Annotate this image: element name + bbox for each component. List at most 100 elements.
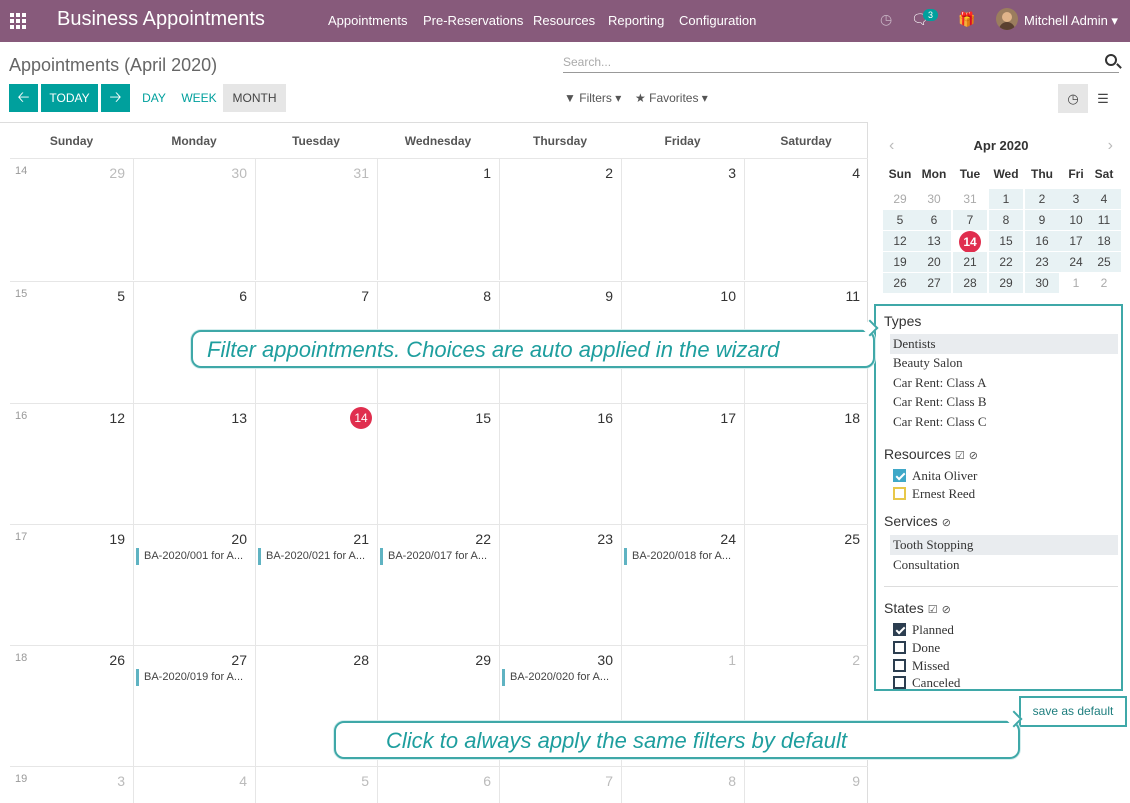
apps-menu-icon[interactable] — [10, 13, 26, 29]
day-view-button[interactable]: DAY — [137, 84, 171, 112]
mini-day[interactable]: 20 — [917, 252, 951, 272]
calendar-day-cell[interactable]: 3 — [621, 158, 744, 280]
menu-configuration[interactable]: Configuration — [679, 13, 756, 28]
mini-day[interactable]: 31 — [953, 189, 987, 209]
calendar-day-cell[interactable]: 31 — [255, 158, 377, 280]
state-item[interactable]: Planned — [890, 620, 1118, 640]
calendar-day-cell[interactable]: 4 — [133, 766, 255, 803]
calendar-event[interactable]: BA-2020/018 for A... — [624, 548, 739, 565]
mini-day[interactable]: 12 — [883, 231, 917, 251]
type-item[interactable]: Car Rent: Class C — [890, 412, 1118, 432]
calendar-day-cell[interactable]: 8 — [621, 766, 744, 803]
mini-day[interactable]: 14 — [953, 231, 987, 253]
resource-item[interactable]: Ernest Reed — [890, 484, 1118, 504]
mini-day[interactable]: 30 — [1025, 273, 1059, 293]
mini-day[interactable]: 7 — [953, 210, 987, 230]
search-icon[interactable] — [1105, 54, 1117, 66]
clear-icon[interactable]: ⊘ — [942, 604, 951, 616]
select-all-icon[interactable]: ☑ — [955, 450, 965, 462]
today-button[interactable]: TODAY — [41, 84, 98, 112]
mini-day[interactable]: 13 — [917, 231, 951, 251]
user-menu[interactable]: Mitchell Admin ▾ — [1024, 13, 1118, 29]
calendar-day-cell[interactable]: 5 — [10, 281, 133, 403]
calendar-event[interactable]: BA-2020/017 for A... — [380, 548, 494, 565]
mini-next-icon[interactable]: › — [1108, 137, 1113, 155]
mini-day[interactable]: 5 — [883, 210, 917, 230]
checkbox-checked[interactable] — [893, 623, 906, 636]
calendar-day-cell[interactable]: 3 — [10, 766, 133, 803]
calendar-day-cell[interactable]: 30 — [133, 158, 255, 280]
calendar-day-cell[interactable]: 6 — [377, 766, 499, 803]
service-item[interactable]: Tooth Stopping — [890, 535, 1118, 555]
checkbox[interactable] — [893, 659, 906, 672]
mini-day[interactable]: 29 — [989, 273, 1023, 293]
select-all-icon[interactable]: ☑ — [928, 604, 938, 616]
menu-reporting[interactable]: Reporting — [608, 13, 664, 28]
avatar[interactable] — [996, 8, 1018, 30]
checkbox[interactable] — [893, 676, 906, 689]
calendar-day-cell[interactable]: 18 — [744, 403, 868, 525]
calendar-day-cell[interactable]: 23 — [499, 524, 621, 646]
prev-button[interactable]: 🡠 — [9, 84, 38, 112]
mini-day[interactable]: 9 — [1025, 210, 1059, 230]
mini-day[interactable]: 4 — [1087, 189, 1121, 209]
calendar-event[interactable]: BA-2020/019 for A... — [136, 669, 250, 686]
menu-resources[interactable]: Resources — [533, 13, 595, 28]
mini-day[interactable]: 27 — [917, 273, 951, 293]
calendar-day-cell[interactable]: 16 — [499, 403, 621, 525]
calendar-day-cell[interactable]: 1 — [377, 158, 499, 280]
mini-day[interactable]: 22 — [989, 252, 1023, 272]
checkbox[interactable] — [893, 641, 906, 654]
mini-day[interactable]: 29 — [883, 189, 917, 209]
mini-day[interactable]: 25 — [1087, 252, 1121, 272]
state-item[interactable]: Done — [890, 638, 1118, 658]
calendar-day-cell[interactable]: 12 — [10, 403, 133, 525]
calendar-day-cell[interactable]: 9 — [744, 766, 868, 803]
calendar-day-cell[interactable]: 2 — [499, 158, 621, 280]
calendar-day-cell[interactable]: 20 — [133, 524, 255, 646]
mini-day[interactable]: 26 — [883, 273, 917, 293]
gift-icon[interactable]: 🎁 — [958, 11, 975, 28]
mini-day[interactable]: 11 — [1087, 210, 1121, 230]
mini-day[interactable]: 30 — [917, 189, 951, 209]
state-item[interactable]: Canceled — [890, 673, 1118, 693]
mini-day[interactable]: 1 — [989, 189, 1023, 209]
calendar-day-cell[interactable]: 24 — [621, 524, 744, 646]
mini-day[interactable]: 6 — [917, 210, 951, 230]
calendar-day-cell[interactable]: 21 — [255, 524, 377, 646]
service-item[interactable]: Consultation — [890, 555, 1118, 575]
mini-day[interactable]: 19 — [883, 252, 917, 272]
mini-day[interactable]: 8 — [989, 210, 1023, 230]
menu-pre-reservations[interactable]: Pre-Reservations — [423, 13, 523, 28]
calendar-day-cell[interactable]: 27 — [133, 645, 255, 767]
mini-day[interactable]: 16 — [1025, 231, 1059, 251]
mini-day[interactable]: 23 — [1025, 252, 1059, 272]
resource-item[interactable]: Anita Oliver — [890, 466, 1118, 486]
calendar-event[interactable]: BA-2020/001 for A... — [136, 548, 250, 565]
calendar-day-cell[interactable]: 19 — [10, 524, 133, 646]
type-item[interactable]: Dentists — [890, 334, 1118, 354]
calendar-day-cell[interactable]: 14 — [255, 403, 377, 525]
calendar-view-button[interactable]: ◷ — [1058, 84, 1088, 113]
calendar-day-cell[interactable]: 26 — [10, 645, 133, 767]
week-view-button[interactable]: WEEK — [178, 84, 220, 112]
calendar-day-cell[interactable]: 22 — [377, 524, 499, 646]
calendar-day-cell[interactable]: 5 — [255, 766, 377, 803]
calendar-event[interactable]: BA-2020/020 for A... — [502, 669, 616, 686]
next-button[interactable]: 🡢 — [101, 84, 130, 112]
clear-icon[interactable]: ⊘ — [969, 450, 978, 462]
calendar-day-cell[interactable]: 4 — [744, 158, 868, 280]
calendar-day-cell[interactable]: 25 — [744, 524, 868, 646]
mini-day[interactable]: 18 — [1087, 231, 1121, 251]
checkbox[interactable] — [893, 487, 906, 500]
clock-icon[interactable]: ◷ — [880, 11, 892, 28]
type-item[interactable]: Car Rent: Class B — [890, 392, 1118, 412]
mini-day[interactable]: 15 — [989, 231, 1023, 251]
month-view-button[interactable]: MONTH — [223, 84, 286, 112]
checkbox-checked[interactable] — [893, 469, 906, 482]
calendar-day-cell[interactable]: 17 — [621, 403, 744, 525]
type-item[interactable]: Beauty Salon — [890, 353, 1118, 373]
mini-day[interactable]: 28 — [953, 273, 987, 293]
save-as-default-button[interactable]: save as default — [1019, 696, 1127, 727]
menu-appointments[interactable]: Appointments — [328, 13, 408, 28]
